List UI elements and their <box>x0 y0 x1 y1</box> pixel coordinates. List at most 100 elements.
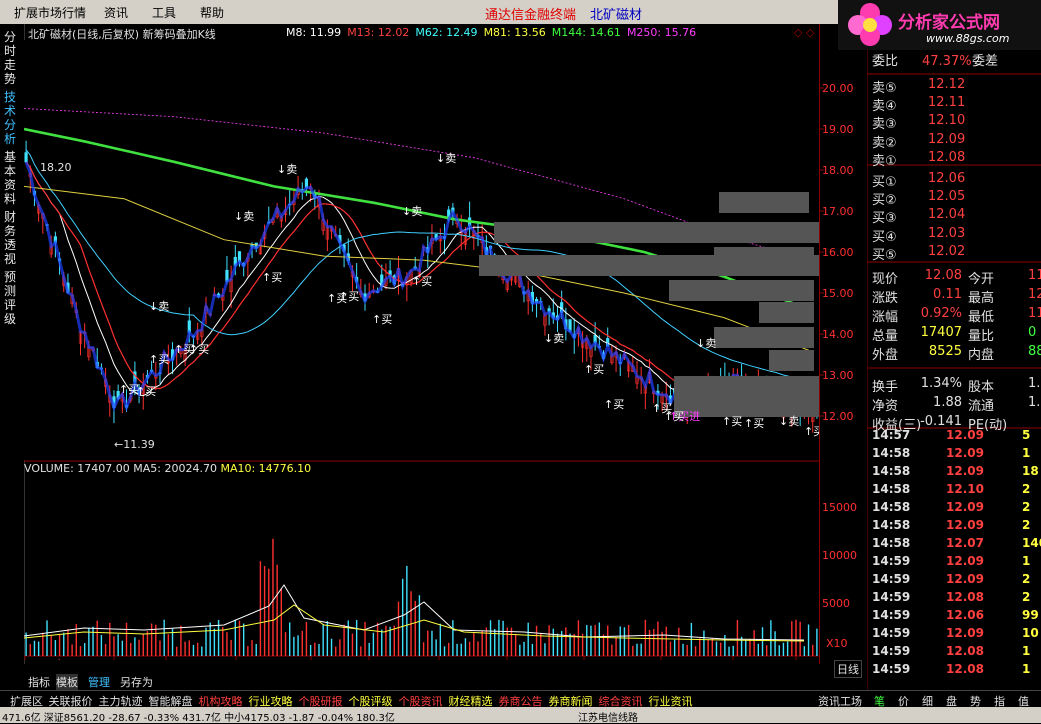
buy-level-label: 买⑤ <box>872 247 897 263</box>
status-bar: 471.6亿 深证8561.20 -28.67 -0.33% 431.7亿 中小… <box>0 707 1041 724</box>
menu-extended-market[interactable]: 扩展市场行情 <box>14 4 86 21</box>
buy-price: 12.02 <box>928 243 966 259</box>
tick-row: 14:59 12.09 1 <box>872 554 1040 568</box>
tick-row: 14:59 12.06 99 <box>872 608 1040 622</box>
price-tick: 20.00 <box>822 82 854 95</box>
price-tick: 19.00 <box>822 123 854 136</box>
logo-text: 分析家公式网 <box>898 13 1000 33</box>
tick-time: 14:59 <box>872 572 911 586</box>
stat-label: 总量 <box>872 329 899 344</box>
tab-finance[interactable]: 财务透视 <box>4 210 20 266</box>
chip-bar <box>714 327 814 348</box>
tick-time: 14:59 <box>872 626 911 640</box>
price-tick: 16.00 <box>822 246 854 259</box>
buy-row: 买④ 12.03 <box>872 226 965 245</box>
signal-label: ↑买 <box>136 385 156 398</box>
tab-forecast[interactable]: 预测评级 <box>4 270 20 326</box>
stat-value-2: 12 <box>1028 287 1041 302</box>
sell-level-label: 卖③ <box>872 117 897 133</box>
buy-price: 12.05 <box>928 189 966 205</box>
stat-value: 8525 <box>928 344 962 359</box>
kline-chart[interactable]: 18.20←11.39↓卖↓卖↓卖↓卖↓卖↓卖 ↓卖↑买↑买↑买↑买↑买↑买↑买↑… <box>23 40 839 671</box>
tab-intraday[interactable]: 分时走势 <box>4 30 20 86</box>
stat-label: 涨幅 <box>872 310 899 325</box>
tick-price: 12.06 <box>946 608 984 622</box>
stat-row: 涨跌 0.11 最高 12 <box>872 287 1041 306</box>
period-label[interactable]: 日线 <box>834 660 862 678</box>
tick-volume: 10 <box>1022 626 1039 640</box>
stat-value-2: 88 <box>1028 344 1041 359</box>
tick-time: 14:58 <box>872 446 911 460</box>
volume-info: VOLUME: 17407.00 MA5: 20024.70 MA10: 147… <box>24 462 311 475</box>
low-price-label: ←11.39 <box>114 438 155 451</box>
tick-row: 14:59 12.08 1 <box>872 662 1040 676</box>
tick-time: 14:58 <box>872 500 911 514</box>
weibi-label: 委比 <box>872 54 899 69</box>
tick-row: 14:59 12.09 2 <box>872 572 1040 586</box>
buy-row: 买⑤ 12.02 <box>872 244 965 263</box>
buy-level-label: 买③ <box>872 211 897 227</box>
chart-area: 18.20 ←11.39 ↓卖 ↓卖 ↓卖 ↓卖 ↓卖 ↓卖 ↓卖 ↑买 ↑买 ↑买 ↑买 ↑买 ↑买 ↑买 ↑… <box>23 40 839 671</box>
tick-row: 14:59 12.08 1 <box>872 644 1040 658</box>
volume-tick: 10000 <box>822 549 857 562</box>
chart-corner-icon[interactable]: ◇ ◇ <box>794 26 814 39</box>
tick-volume: 2 <box>1022 590 1031 604</box>
date-tick: 4 <box>314 658 321 660</box>
menu-tools[interactable]: 工具 <box>152 4 176 21</box>
chip-bar <box>759 302 814 323</box>
sell-price: 12.10 <box>928 113 966 129</box>
signal-label: ↑买 <box>604 398 624 411</box>
tick-price: 12.09 <box>946 500 984 514</box>
sell-row: 卖① 12.08 <box>872 150 965 169</box>
tick-time: 14:58 <box>872 464 911 478</box>
tab-template[interactable]: 模板 <box>56 674 78 690</box>
tick-time: 14:58 <box>872 482 911 496</box>
tick-time: 14:59 <box>872 644 911 658</box>
date-tick: 1 <box>117 658 124 660</box>
date-tick: 5 <box>372 658 379 660</box>
quote-panel: 委比 47.37% 委差 卖⑤ 12.12 卖④ 12.11 卖③ 12.10 卖② 12.0… <box>867 50 1041 690</box>
sell-level-label: 卖④ <box>872 99 897 115</box>
sell-price: 12.08 <box>928 149 966 165</box>
buy-price: 12.06 <box>928 171 966 186</box>
tab-indicator[interactable]: 指标 <box>28 674 50 690</box>
sell-price: 12.09 <box>928 131 966 147</box>
signal-label: ↑买 <box>339 290 359 303</box>
stat-value-2: 1.30 <box>1028 395 1041 410</box>
signal-label: ↑买 <box>722 415 742 428</box>
signal-label: ↑买 <box>584 363 604 376</box>
signal-label: ↑买 <box>412 275 432 288</box>
tab-technical[interactable]: 技术分析 <box>4 90 20 146</box>
sell-price: 12.11 <box>928 95 966 111</box>
signal-label: ↑买 <box>262 271 282 284</box>
tab-basic-info[interactable]: 基本资料 <box>4 150 20 206</box>
tick-row: 14:59 12.09 10 <box>872 626 1040 640</box>
tick-row: 14:58 12.09 1 <box>872 446 1040 460</box>
left-tab-strip: 分时走势 技术分析 基本资料 财务透视 预测评级 <box>0 24 25 664</box>
ma-legend-item: M8: 11.99 <box>286 26 342 39</box>
sell-level-label: 卖② <box>872 135 897 151</box>
stat-label: 净资 <box>872 399 899 414</box>
ma-legend-item: M144: 14.61 <box>551 26 621 39</box>
stat-label-2: 最高 <box>968 291 995 306</box>
buy-price: 12.04 <box>928 207 966 223</box>
volume-ma5: MA5: 20024.70 <box>133 462 217 475</box>
tab-manage[interactable]: 管理 <box>88 674 110 690</box>
buy-price: 12.03 <box>928 225 966 241</box>
menu-info[interactable]: 资讯 <box>104 4 128 21</box>
candle-body <box>24 152 28 163</box>
price-tick: 12.00 <box>822 410 854 423</box>
stat-value: 0.92% <box>920 306 962 321</box>
signal-label: ↑买 <box>804 425 819 438</box>
menu-help[interactable]: 帮助 <box>200 4 224 21</box>
tick-price: 12.09 <box>946 464 984 478</box>
volume-tick: X10 <box>826 637 848 650</box>
tick-volume: 5 <box>1022 428 1031 442</box>
tab-save-as[interactable]: 另存为 <box>120 674 153 690</box>
tick-time: 14:58 <box>872 518 911 532</box>
sell-row: 卖④ 12.11 <box>872 95 965 115</box>
price-axis-labels: 20.00 19.00 18.00 17.00 16.00 15.00 14.00 13.00… <box>820 82 857 650</box>
stat-value: 0.11 <box>933 287 962 302</box>
price-tick: 13.00 <box>822 369 854 382</box>
logo-url: www.88gs.com <box>926 32 1010 45</box>
